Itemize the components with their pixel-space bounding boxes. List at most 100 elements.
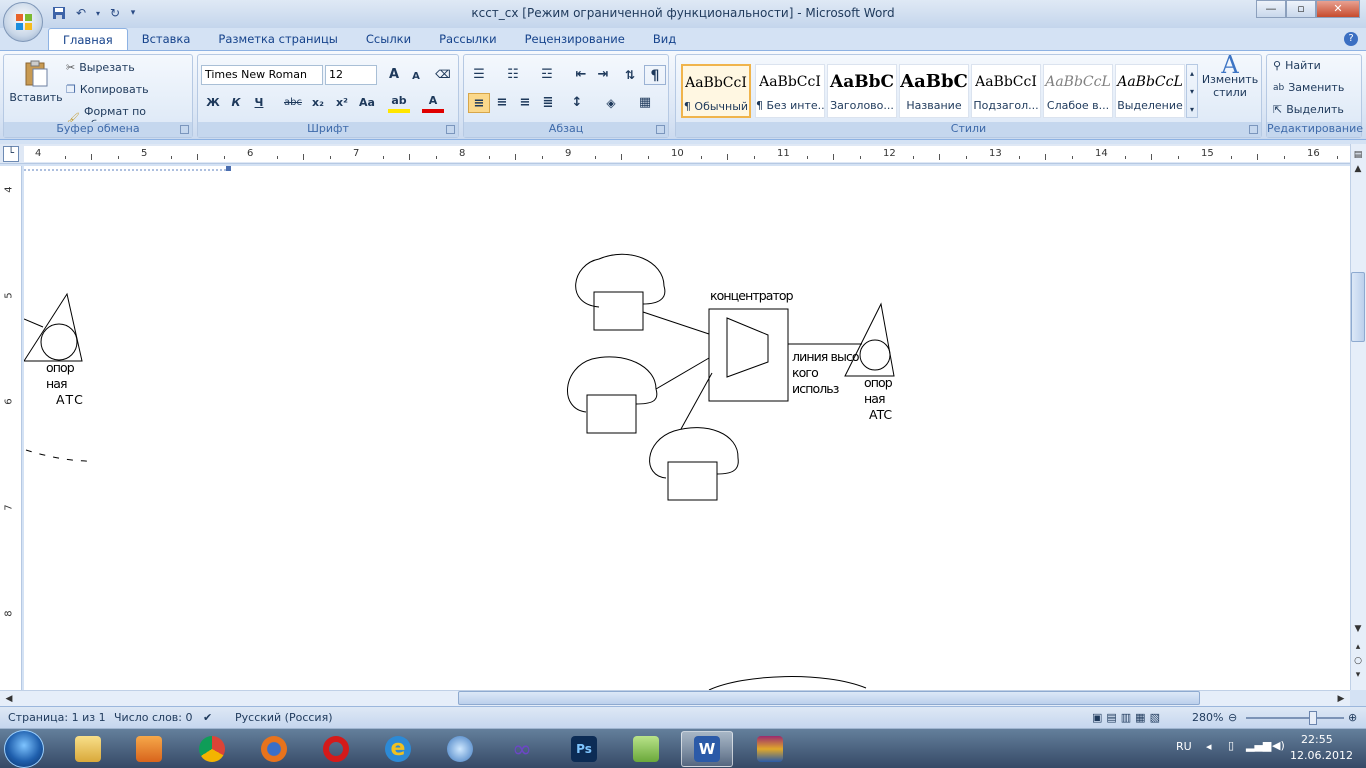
- frame-handle[interactable]: [226, 166, 231, 171]
- phone-3-shape[interactable]: [649, 427, 739, 501]
- shading-icon[interactable]: ◈: [600, 93, 622, 113]
- phone-1-shape[interactable]: [575, 253, 666, 331]
- justify-icon[interactable]: ≣: [537, 93, 559, 113]
- align-center-icon[interactable]: ≡: [491, 93, 513, 113]
- superscript-button[interactable]: x²: [331, 93, 353, 113]
- align-left-icon[interactable]: ≡: [468, 93, 490, 113]
- paste-button[interactable]: Вставить: [8, 59, 64, 104]
- cut-button[interactable]: ✂ Вырезать: [66, 61, 135, 74]
- underline-button[interactable]: Ч: [248, 93, 270, 113]
- tab-references[interactable]: Ссылки: [352, 28, 425, 50]
- zoom-level[interactable]: 280%: [1192, 711, 1223, 724]
- bullets-icon[interactable]: ☰: [468, 65, 490, 85]
- style-subtle-emphasis[interactable]: AaBbCcL Слабое в...: [1043, 64, 1113, 118]
- right-station-shape[interactable]: [844, 302, 895, 377]
- tray-expand-icon[interactable]: ◂: [1206, 740, 1212, 753]
- style-subtitle[interactable]: AaBbCcI Подзагол...: [971, 64, 1041, 118]
- device-icon[interactable]: ▯: [1228, 739, 1234, 752]
- clock-date[interactable]: 12.06.2012: [1290, 749, 1353, 762]
- volume-icon[interactable]: ◀): [1272, 739, 1285, 752]
- scroll-down-icon[interactable]: ▼: [1351, 622, 1365, 636]
- language-status[interactable]: Русский (Россия): [235, 711, 333, 724]
- change-styles-button[interactable]: A Изменить стили: [1202, 53, 1258, 99]
- decrease-indent-icon[interactable]: ⇤: [570, 65, 592, 85]
- find-button[interactable]: ⚲ Найти: [1273, 59, 1321, 72]
- vertical-scrollbar[interactable]: ▤ ▲ ▼ ▴ ○ ▾: [1350, 144, 1366, 690]
- zoom-slider-thumb[interactable]: [1309, 711, 1317, 725]
- tab-mailings[interactable]: Рассылки: [425, 28, 510, 50]
- help-icon[interactable]: ?: [1344, 32, 1358, 46]
- tab-home[interactable]: Главная: [48, 28, 128, 50]
- tab-page-layout[interactable]: Разметка страницы: [204, 28, 351, 50]
- taskbar-winrar[interactable]: [744, 731, 796, 767]
- phone-2-shape[interactable]: [567, 356, 658, 434]
- scroll-right-icon[interactable]: ▶: [1334, 692, 1348, 706]
- font-size-combo[interactable]: 12: [325, 65, 377, 85]
- highlight-button[interactable]: ab: [388, 91, 410, 113]
- font-color-button[interactable]: A: [422, 91, 444, 113]
- minimize-button[interactable]: —: [1256, 0, 1286, 18]
- font-launcher-icon[interactable]: [446, 125, 455, 134]
- taskbar-firefox[interactable]: [248, 731, 300, 767]
- taskbar-explorer[interactable]: [62, 731, 114, 767]
- taskbar-app-infinity[interactable]: ∞: [496, 731, 548, 767]
- increase-indent-icon[interactable]: ⇥: [592, 65, 614, 85]
- tab-selector-button[interactable]: └: [3, 146, 19, 162]
- style-heading-1[interactable]: AaBbC Заголово...: [827, 64, 897, 118]
- vertical-scroll-thumb[interactable]: [1351, 272, 1365, 342]
- taskbar-media-player[interactable]: [123, 731, 175, 767]
- italic-button[interactable]: К: [225, 93, 247, 113]
- bold-button[interactable]: Ж: [202, 93, 224, 113]
- taskbar-photoshop[interactable]: Ps: [558, 731, 610, 767]
- style-title[interactable]: AaBbC Название: [899, 64, 969, 118]
- close-button[interactable]: ✕: [1316, 0, 1360, 18]
- borders-icon[interactable]: ▦: [634, 93, 656, 113]
- styles-launcher-icon[interactable]: [1249, 125, 1258, 134]
- zoom-out-icon[interactable]: ⊖: [1228, 711, 1237, 724]
- page-count-status[interactable]: Страница: 1 из 1: [8, 711, 106, 724]
- start-button[interactable]: [4, 730, 44, 768]
- taskbar-chrome[interactable]: [186, 731, 238, 767]
- line-spacing-icon[interactable]: ↕: [566, 93, 588, 113]
- tab-insert[interactable]: Вставка: [128, 28, 205, 50]
- style-no-spacing[interactable]: AaBbCcI ¶ Без инте...: [755, 64, 825, 118]
- taskbar-opera[interactable]: [310, 731, 362, 767]
- taskbar-search-tool[interactable]: [434, 731, 486, 767]
- change-case-button[interactable]: Aa: [356, 93, 378, 113]
- vertical-ruler[interactable]: 4 5 6 7 8: [0, 166, 22, 690]
- numbering-icon[interactable]: ☷: [502, 65, 524, 85]
- maximize-button[interactable]: ▫: [1286, 0, 1316, 18]
- grow-font-button[interactable]: A: [383, 65, 405, 85]
- taskbar-ie[interactable]: e: [372, 731, 424, 767]
- horizontal-scroll-thumb[interactable]: [458, 691, 1200, 705]
- taskbar-word[interactable]: W: [681, 731, 733, 767]
- show-marks-button[interactable]: ¶: [644, 65, 666, 85]
- phone-4-partial-shape[interactable]: [708, 676, 867, 690]
- select-button[interactable]: ⇱ Выделить: [1273, 103, 1344, 116]
- browse-object-icon[interactable]: ○: [1351, 654, 1365, 668]
- font-family-combo[interactable]: Times New Roman: [201, 65, 323, 85]
- paragraph-launcher-icon[interactable]: [656, 125, 665, 134]
- horizontal-ruler[interactable]: 4 5 6 7 8 9 10 11 12 13 14 15 16: [0, 144, 1364, 164]
- signal-icon[interactable]: ▂▄▆: [1246, 739, 1271, 752]
- zoom-slider[interactable]: [1246, 717, 1344, 719]
- copy-button[interactable]: ❐ Копировать: [66, 83, 149, 96]
- tab-view[interactable]: Вид: [639, 28, 690, 50]
- next-page-icon[interactable]: ▾: [1351, 668, 1365, 682]
- view-buttons-icon[interactable]: ▣▤▥▦▧: [1092, 711, 1164, 724]
- multilevel-list-icon[interactable]: ☲: [536, 65, 558, 85]
- spellcheck-icon[interactable]: ✔: [203, 711, 212, 724]
- clock-time[interactable]: 22:55: [1301, 733, 1333, 746]
- style-normal[interactable]: AaBbCcI ¶ Обычный: [681, 64, 751, 118]
- styles-scroll-icon[interactable]: ▴ ▾ ▾: [1186, 64, 1198, 118]
- subscript-button[interactable]: x₂: [307, 93, 329, 113]
- tab-review[interactable]: Рецензирование: [511, 28, 639, 50]
- align-right-icon[interactable]: ≡: [514, 93, 536, 113]
- concentrator-shape[interactable]: [708, 308, 789, 402]
- strikethrough-button[interactable]: abc: [282, 93, 304, 113]
- shrink-font-button[interactable]: A: [405, 67, 427, 87]
- style-emphasis[interactable]: AaBbCcL Выделение: [1115, 64, 1185, 118]
- previous-page-icon[interactable]: ▴: [1351, 640, 1365, 654]
- ruler-toggle-icon[interactable]: ▤: [1351, 148, 1365, 162]
- scroll-up-icon[interactable]: ▲: [1351, 162, 1365, 176]
